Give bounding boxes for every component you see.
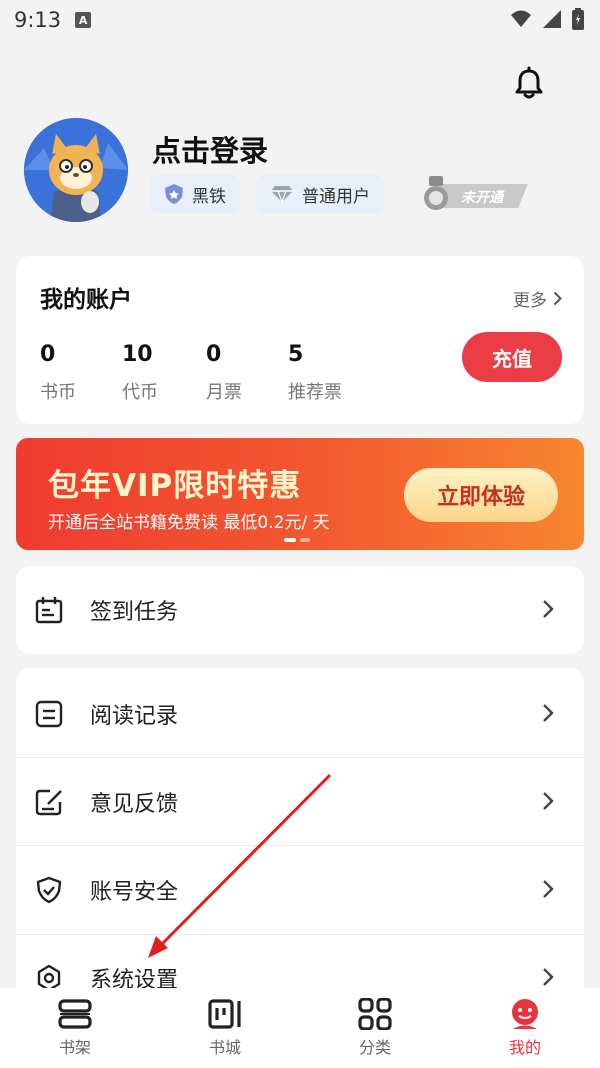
menu-item-checkin[interactable]: 签到任务 (16, 566, 584, 654)
tab-label: 我的 (508, 1038, 541, 1057)
stat-label: 月票 (206, 382, 242, 403)
menu-item-label: 签到任务 (90, 600, 179, 625)
menu-group-settings: 阅读记录 意见反馈 账号安全 系统设置 (16, 668, 584, 998)
user-tags: 黑铁 普通用户 (150, 175, 384, 213)
stat-label: 推荐票 (288, 382, 342, 403)
chevron-right-icon (543, 880, 554, 898)
menu-item-reading-history[interactable]: 阅读记录 (16, 670, 584, 758)
tab-bookstore[interactable]: 书城 (150, 988, 300, 1068)
pagination-dot (284, 538, 296, 542)
stat-tokens[interactable]: 10 代币 (122, 342, 158, 404)
banner-subtitle: 开通后全站书籍免费读 最低0.2元/ 天 (48, 513, 330, 533)
try-now-button[interactable]: 立即体验 (404, 468, 558, 522)
status-time: 9:13 (14, 8, 62, 32)
wifi-icon (511, 10, 531, 27)
stat-monthly-tickets[interactable]: 0 月票 (206, 342, 242, 404)
user-type-tag-label: 普通用户 (302, 186, 370, 207)
menu-item-label: 账号安全 (90, 880, 179, 905)
menu-item-label: 阅读记录 (90, 704, 179, 729)
bell-icon[interactable] (512, 66, 546, 100)
profile-icon (512, 999, 538, 1029)
banner-title: 包年VIP限时特惠 (48, 468, 302, 504)
vip-badge[interactable]: 未开通 (420, 174, 530, 214)
signal-icon (543, 10, 561, 28)
stat-label: 代币 (122, 382, 158, 403)
bookstore-icon (208, 999, 241, 1029)
tab-label: 书架 (58, 1038, 91, 1057)
pagination-dot (300, 538, 310, 542)
tab-bookshelf[interactable]: 书架 (0, 988, 150, 1068)
stat-value: 5 (288, 342, 304, 367)
user-type-tag: 普通用户 (256, 175, 384, 213)
category-grid-icon (358, 998, 392, 1030)
chevron-right-icon (543, 600, 554, 618)
status-bar: 9:13 A (0, 0, 600, 40)
avatar[interactable] (24, 118, 128, 222)
edit-icon (35, 789, 62, 816)
tab-label: 分类 (358, 1038, 391, 1057)
account-title: 我的账户 (40, 287, 132, 313)
tab-label: 书城 (208, 1038, 241, 1057)
menu-item-feedback[interactable]: 意见反馈 (16, 758, 584, 846)
level-tag: 黑铁 (150, 175, 240, 213)
stat-value: 10 (122, 342, 153, 367)
more-label: 更多 (513, 291, 547, 311)
document-icon (35, 700, 63, 728)
stat-coins[interactable]: 0 书币 (40, 342, 76, 404)
tab-category[interactable]: 分类 (300, 988, 450, 1068)
login-link[interactable]: 点击登录 (152, 128, 268, 170)
recharge-button[interactable]: 充值 (462, 332, 562, 382)
chevron-right-icon (553, 291, 562, 306)
more-link[interactable]: 更多 (513, 286, 562, 311)
chevron-right-icon (543, 792, 554, 810)
level-tag-label: 黑铁 (192, 186, 226, 207)
calendar-icon (35, 597, 63, 624)
account-card: 我的账户 更多 0 书币 10 代币 0 月票 5 推荐票 充值 (16, 256, 584, 424)
menu-group-tasks: 签到任务 (16, 566, 584, 654)
menu-item-label: 意见反馈 (90, 792, 179, 817)
diamond-icon (271, 186, 293, 203)
stat-label: 书币 (40, 382, 76, 403)
vip-banner[interactable]: 包年VIP限时特惠 开通后全站书籍免费读 最低0.2元/ 天 立即体验 (16, 438, 584, 550)
menu-item-account-security[interactable]: 账号安全 (16, 846, 584, 934)
stat-recommend-tickets[interactable]: 5 推荐票 (288, 342, 342, 404)
chevron-right-icon (543, 704, 554, 722)
avatar-illustration (24, 118, 128, 222)
status-indicator: A (75, 12, 92, 28)
shield-badge-icon (165, 184, 183, 204)
stat-value: 0 (206, 342, 222, 367)
banner-pagination (284, 538, 310, 542)
battery-icon (572, 8, 584, 30)
shield-check-icon (36, 876, 62, 904)
bookshelf-icon (58, 999, 92, 1029)
tab-profile[interactable]: 我的 (450, 988, 600, 1068)
chevron-right-icon (543, 968, 554, 986)
status-icons (510, 8, 584, 30)
bottom-tab-bar: 书架 书城 分类 我的 (0, 988, 600, 1068)
vip-badge-label: 未开通 (461, 189, 505, 206)
stat-value: 0 (40, 342, 56, 367)
